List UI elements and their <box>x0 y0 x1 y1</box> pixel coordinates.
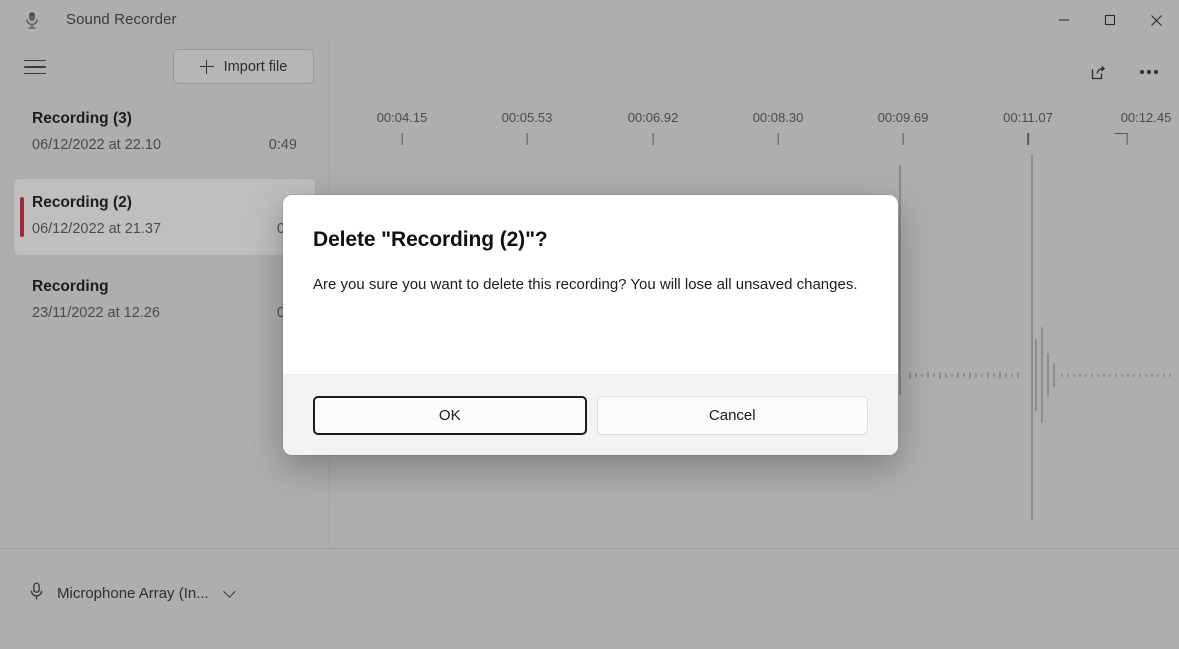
ok-button[interactable]: OK <box>313 395 587 435</box>
dialog-title: Delete "Recording (2)"? <box>313 228 548 251</box>
dialog-message: Are you sure you want to delete this rec… <box>313 276 858 293</box>
cancel-button[interactable]: Cancel <box>596 395 868 435</box>
dialog-body: Delete "Recording (2)"? Are you sure you… <box>283 195 898 374</box>
delete-confirmation-dialog: Delete "Recording (2)"? Are you sure you… <box>283 195 898 455</box>
sound-recorder-window: Sound Recorder Import file Recording (3)… <box>0 0 1179 649</box>
dialog-footer: OK Cancel <box>283 374 898 455</box>
